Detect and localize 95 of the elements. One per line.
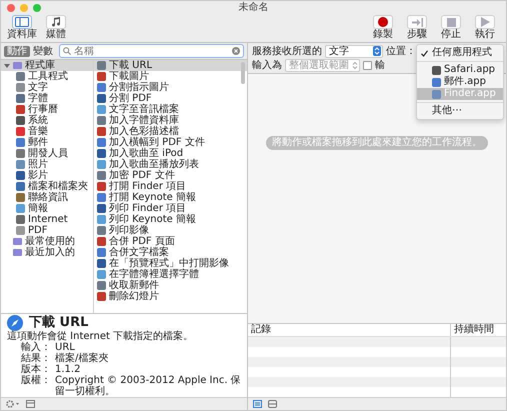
record-icon: [378, 17, 388, 27]
field-value: 檔案/檔案夾: [55, 353, 110, 364]
record-button[interactable]: [373, 15, 393, 29]
zoom-icon[interactable]: [33, 4, 41, 12]
checkbox[interactable]: [363, 60, 372, 70]
action-item[interactable]: 列印 Finder 項目: [94, 203, 247, 214]
action-item[interactable]: 加入歌曲至播放列表: [94, 159, 247, 170]
field-label: 服務接收所選的: [252, 46, 322, 56]
action-item[interactable]: 分割指示圖片: [94, 82, 247, 93]
field-value: URL: [55, 342, 75, 353]
action-item[interactable]: 刪除幻燈片: [94, 291, 247, 302]
toolbar-label: 步驟: [407, 29, 427, 40]
library-item[interactable]: 行事曆: [1, 104, 93, 115]
library-item[interactable]: 簡報: [1, 203, 93, 214]
toolbar-label: 停止: [441, 29, 461, 40]
library-item[interactable]: 開發人員: [1, 148, 93, 159]
field-label: 版權：: [21, 375, 51, 388]
library-item[interactable]: 影片: [1, 170, 93, 181]
window-title: 未命名: [238, 2, 268, 14]
library-item[interactable]: 郵件: [1, 137, 93, 148]
search-icon: [63, 47, 71, 55]
action-item[interactable]: 加入橫幅到 PDF 文件: [94, 137, 247, 148]
library-item[interactable]: 聯絡資訊: [1, 192, 93, 203]
action-item[interactable]: 加入色彩描述檔: [94, 126, 247, 137]
action-item[interactable]: 加入字體資料庫: [94, 115, 247, 126]
library-item[interactable]: 最近加入的: [1, 247, 93, 258]
toolbar-label: 資料庫: [7, 29, 37, 41]
action-item[interactable]: 在字體簿裡選擇字體: [94, 269, 247, 280]
action-item[interactable]: 分割 PDF: [94, 93, 247, 104]
variables-view-icon[interactable]: [268, 400, 277, 408]
field-value: Copyright © 2003-2012 Apple Inc. 保留一切權利。: [55, 375, 241, 397]
field-label: 版本：: [21, 364, 51, 375]
library-item[interactable]: 最常使用的: [1, 236, 93, 247]
menu-item[interactable]: 其他⋯: [417, 105, 503, 117]
library-item[interactable]: 字體: [1, 93, 93, 104]
check-icon: [421, 50, 428, 56]
action-item[interactable]: 加密 PDF 文件: [94, 170, 247, 181]
text-type-dropdown[interactable]: 文字: [325, 44, 383, 58]
toolbar-label: 執行: [475, 29, 495, 40]
panel-icon[interactable]: [26, 400, 35, 408]
action-item[interactable]: 下載 URL: [94, 60, 247, 71]
gear-icon[interactable]: [6, 400, 20, 408]
library-item[interactable]: 程式庫: [1, 60, 93, 71]
action-item[interactable]: 收取新郵件: [94, 280, 247, 291]
menu-item[interactable]: 任何應用程式: [417, 47, 503, 59]
disclosure-triangle-icon[interactable]: [4, 62, 10, 68]
action-item[interactable]: 加入歌曲至 iPod: [94, 148, 247, 159]
field-label: 輸入為: [252, 60, 282, 70]
library-item[interactable]: 照片: [1, 159, 93, 170]
close-icon[interactable]: [7, 4, 15, 12]
field-value: 1.1.2: [55, 364, 82, 375]
field-label: 結果：: [21, 353, 51, 364]
library-item[interactable]: 工具程式: [1, 71, 93, 82]
field-label: 位置：: [386, 46, 416, 56]
search-field[interactable]: 名稱: [59, 44, 244, 58]
library-item[interactable]: 系統: [1, 115, 93, 126]
menu-item[interactable]: Safari.app: [417, 64, 503, 76]
drop-hint: 將動作或檔案拖移到此處來建立您的工作流程。: [266, 136, 488, 150]
action-item[interactable]: 打開 Finder 項目: [94, 181, 247, 192]
scrollbar-thumb[interactable]: [241, 62, 245, 84]
action-title: 下載 URL: [29, 316, 88, 330]
action-item[interactable]: 文字至音訊檔案: [94, 104, 247, 115]
stepper-icon: [373, 46, 381, 56]
toolbar-label: 錄製: [373, 29, 393, 41]
tab[interactable]: 動作: [4, 46, 30, 56]
library-item[interactable]: Internet: [1, 214, 93, 225]
library-item[interactable]: PDF: [1, 225, 93, 236]
step-icon: [412, 18, 422, 26]
folder-icon: [13, 61, 22, 70]
clear-icon[interactable]: [232, 47, 240, 55]
tab[interactable]: 變數: [30, 46, 56, 56]
column-header[interactable]: 持續時間: [450, 324, 506, 336]
library-item[interactable]: 檔案和檔案夾: [1, 181, 93, 192]
action-description: 這項動作會從 Internet 下載指定的檔案。: [7, 331, 194, 342]
music-note-icon[interactable]: [46, 15, 66, 29]
play-icon: [480, 17, 490, 27]
checkbox-label: 輸: [375, 60, 385, 70]
action-item[interactable]: 下載圖片: [94, 71, 247, 82]
library-item[interactable]: 音樂: [1, 126, 93, 137]
toolbar-label: 媒體: [46, 29, 66, 41]
menu-item[interactable]: 郵件.app: [417, 76, 503, 88]
field-label: 輸入：: [21, 342, 51, 353]
stop-icon: [446, 18, 456, 26]
stepper-icon: [352, 60, 358, 70]
action-item[interactable]: 在「預覽程式」中打開影像: [94, 258, 247, 269]
log-view-icon[interactable]: [253, 400, 262, 408]
action-item[interactable]: 合併 PDF 頁面: [94, 236, 247, 247]
action-item[interactable]: 打開 Keynote 簡報: [94, 192, 247, 203]
column-header[interactable]: 記錄: [248, 324, 450, 336]
action-item[interactable]: 列印影像: [94, 225, 247, 236]
search-input[interactable]: 名稱: [74, 46, 229, 56]
sidebar-icon[interactable]: [12, 15, 32, 29]
action-item[interactable]: 合併文字檔案: [94, 247, 247, 258]
action-item[interactable]: 列印 Keynote 簡報: [94, 214, 247, 225]
library-item[interactable]: 文字: [1, 82, 93, 93]
